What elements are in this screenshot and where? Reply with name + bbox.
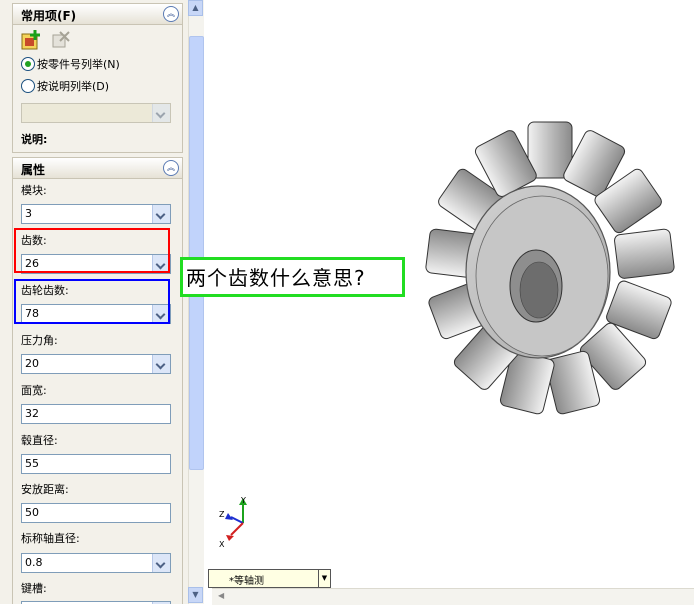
properties-group-header[interactable]: 属性 ︽ (13, 158, 182, 179)
chevron-down-icon[interactable]: ▼ (318, 570, 330, 587)
hub-diameter-label: 毂直径: (21, 434, 58, 447)
common-group-header[interactable]: 常用项(F) ︽ (13, 4, 182, 25)
collapse-icon[interactable]: ︽ (163, 160, 179, 176)
module-select[interactable]: 3 (21, 204, 171, 224)
nominal-shaft-label: 标称轴直径: (21, 532, 80, 545)
remove-part-icon[interactable] (51, 30, 71, 50)
pressure-angle-select[interactable]: 20 (21, 354, 171, 374)
pressure-angle-value: 20 (25, 357, 39, 370)
scroll-up-button[interactable]: ▲ (188, 0, 203, 16)
hub-diameter-field[interactable]: 55 (21, 454, 171, 474)
gear-model[interactable] (400, 110, 690, 450)
axis-y-label: Y (240, 496, 246, 505)
teeth-highlight-box (14, 228, 170, 273)
scroll-thumb[interactable] (189, 36, 204, 470)
scroll-down-button[interactable]: ▼ (188, 587, 203, 603)
gear-tooth (614, 228, 675, 279)
chevron-down-icon (152, 104, 170, 122)
view-orientation-value: *等轴测 (229, 576, 264, 587)
description-select (21, 103, 171, 123)
collapse-icon[interactable]: ︽ (163, 6, 179, 22)
mounting-distance-label: 安放距离: (21, 483, 69, 496)
axis-x-label: X (219, 540, 225, 549)
face-width-field[interactable]: 32 (21, 404, 171, 424)
axis-triad: Y Z X (219, 496, 247, 549)
gear-tooth (527, 121, 573, 179)
face-width-label: 面宽: (21, 384, 47, 397)
scroll-left-icon[interactable]: ◀ (218, 591, 224, 600)
chevron-down-icon[interactable] (152, 355, 170, 373)
gear-teeth-highlight-box (14, 279, 170, 324)
radio-part-number-label[interactable]: 按零件号列举(N) (37, 56, 120, 72)
mounting-distance-field[interactable]: 50 (21, 503, 171, 523)
view-orientation-select[interactable]: *等轴测 ▼ (208, 569, 331, 588)
pressure-angle-label: 压力角: (21, 334, 58, 347)
radio-description[interactable] (21, 79, 35, 93)
properties-group-title: 属性 (21, 163, 46, 177)
module-label: 模块: (21, 184, 47, 197)
add-part-icon[interactable] (21, 29, 43, 51)
nominal-shaft-select[interactable]: 0.8 (21, 553, 171, 573)
chevron-down-icon[interactable] (152, 205, 170, 223)
description-label: 说明: (21, 133, 48, 146)
module-value: 3 (25, 207, 32, 220)
hub-diameter-value: 55 (25, 457, 39, 470)
face-width-value: 32 (25, 407, 39, 420)
radio-part-number[interactable] (21, 57, 35, 71)
common-group-title: 常用项(F) (21, 9, 77, 23)
radio-description-label[interactable]: 按说明列举(D) (37, 78, 109, 94)
mounting-distance-value: 50 (25, 506, 39, 519)
keyway-label: 键槽: (21, 582, 47, 595)
properties-group: 属性 ︽ 模块: 3 齿数: 26 齿轮齿数: 78 压力角: 20 面宽: 3… (12, 157, 183, 604)
annotation-text: 两个齿数什么意思? (186, 266, 366, 290)
chevron-down-icon[interactable] (152, 554, 170, 572)
viewport-horizontal-scrollbar[interactable]: ◀ (212, 588, 694, 605)
axis-z-label: Z (219, 510, 225, 519)
common-group: 常用项(F) ︽ 按零件号列举(N) 按说明列举(D) 说明: (12, 3, 183, 153)
nominal-shaft-value: 0.8 (25, 556, 43, 569)
